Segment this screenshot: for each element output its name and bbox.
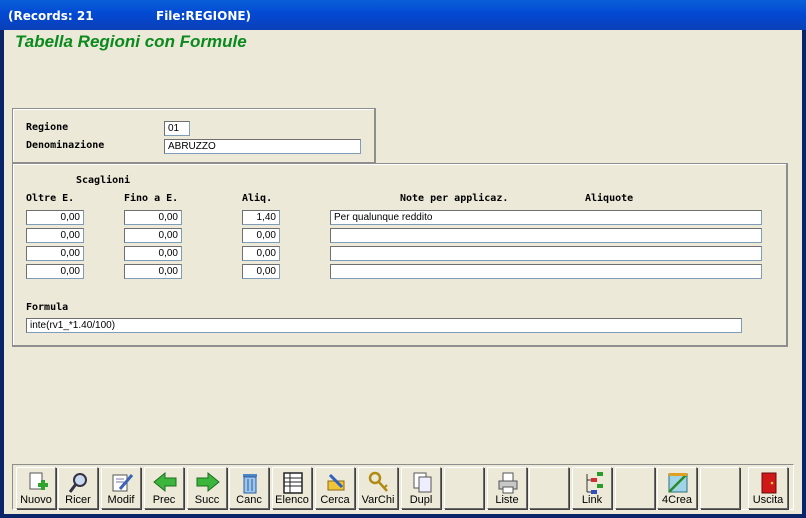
regione-group: Regione 01 Denominazione ABRUZZO <box>12 108 376 164</box>
succ-button[interactable]: Succ <box>187 467 227 509</box>
toolbar-button-label: Ricer <box>65 494 91 506</box>
uscita-button[interactable]: Uscita <box>748 467 788 509</box>
keys-icon <box>368 471 388 492</box>
note-field[interactable] <box>330 264 762 279</box>
varchi-button[interactable]: VarChi <box>358 467 398 509</box>
link-button[interactable]: Link <box>572 467 612 509</box>
new-record-icon <box>29 472 48 490</box>
create-icon <box>668 473 688 493</box>
blank-button[interactable] <box>700 467 740 509</box>
form-area: Tabella Regioni con Formule Regione 01 D… <box>4 30 802 514</box>
page-title: Tabella Regioni con Formule <box>15 32 247 51</box>
note-field[interactable] <box>330 246 762 261</box>
dupl-button[interactable]: Dupl <box>401 467 441 509</box>
duplicate-icon <box>413 472 432 493</box>
denominazione-field[interactable]: ABRUZZO <box>164 139 361 154</box>
formula-label: Formula <box>26 302 69 313</box>
file-name: File:REGIONE) <box>156 9 252 23</box>
records-count: (Records: 21 <box>8 9 94 23</box>
toolbar-button-label: VarChi <box>361 494 395 506</box>
note-field[interactable]: Per qualunque reddito <box>330 210 762 225</box>
regione-label: Regione <box>26 122 69 133</box>
toolbar-button-label: Uscita <box>752 494 784 506</box>
aliq-field[interactable]: 0,00 <box>242 246 280 261</box>
toolbar-button-label: 4Crea <box>662 494 692 506</box>
scaglioni-group: Scaglioni Oltre E. Fino a E. Aliq. Note … <box>12 163 788 347</box>
find-icon <box>327 473 345 491</box>
toolbar-button-label: Elenco <box>275 494 309 506</box>
modif-button[interactable]: Modif <box>101 467 141 509</box>
title-bar[interactable]: (Records: 21 File:REGIONE) <box>0 0 806 30</box>
fino-field[interactable]: 0,00 <box>124 264 182 279</box>
printer-icon <box>498 472 518 494</box>
denominazione-label: Denominazione <box>26 140 105 151</box>
toolbar-button-label: Nuovo <box>20 494 52 506</box>
oltre-field[interactable]: 0,00 <box>26 264 84 279</box>
prec-button[interactable]: Prec <box>144 467 184 509</box>
arrow-left-icon <box>153 471 177 493</box>
nuovo-button[interactable]: Nuovo <box>16 467 56 509</box>
aliq-field[interactable]: 0,00 <box>242 264 280 279</box>
arrow-right-icon <box>196 471 220 493</box>
ricer-button[interactable]: Ricer <box>58 467 98 509</box>
formula-field[interactable]: inte(rv1_*1.40/100) <box>26 318 742 333</box>
oltre-field[interactable]: 0,00 <box>26 210 84 225</box>
aliq-field[interactable]: 0,00 <box>242 228 280 243</box>
exit-door-icon <box>761 472 777 494</box>
link-tree-icon <box>586 472 603 494</box>
note-field[interactable] <box>330 228 762 243</box>
col-aliq-header: Aliq. <box>242 193 273 204</box>
app-window: (Records: 21 File:REGIONE) Tabella Regio… <box>0 0 806 518</box>
oltre-field[interactable]: 0,00 <box>26 246 84 261</box>
canc-button[interactable]: Canc <box>229 467 269 509</box>
col-note-header: Note per applicaz. <box>400 193 509 204</box>
list-icon <box>283 472 303 494</box>
toolbar-button-label: Link <box>581 494 603 506</box>
toolbar-button-label: Prec <box>152 494 176 506</box>
search-icon <box>68 473 87 493</box>
toolbar-button-label: Succ <box>194 494 220 506</box>
elenco-button[interactable]: Elenco <box>272 467 312 509</box>
fino-field[interactable]: 0,00 <box>124 228 182 243</box>
oltre-field[interactable]: 0,00 <box>26 228 84 243</box>
blank-button[interactable] <box>444 467 484 509</box>
toolbar-button-label: Dupl <box>409 494 433 506</box>
col-oltre-header: Oltre E. <box>26 193 75 204</box>
col-fino-header: Fino a E. <box>124 193 179 204</box>
toolbar-button-label: Canc <box>236 494 262 506</box>
col-aliquote-header: Aliquote <box>585 193 634 204</box>
toolbar-button-label: Cerca <box>320 494 350 506</box>
liste-button[interactable]: Liste <box>487 467 527 509</box>
trash-icon <box>243 474 257 494</box>
blank-button[interactable] <box>615 467 655 509</box>
fino-field[interactable]: 0,00 <box>124 210 182 225</box>
edit-icon <box>112 474 134 492</box>
toolbar-button-label: Liste <box>495 494 519 506</box>
action-toolbar: Nuovo Ricer Modif Prec Succ Canc Elenco … <box>12 464 794 510</box>
regione-field[interactable]: 01 <box>164 121 190 136</box>
blank-button[interactable] <box>529 467 569 509</box>
4crea-button[interactable]: 4Crea <box>657 467 697 509</box>
toolbar-button-label: Modif <box>107 494 135 506</box>
aliq-field[interactable]: 1,40 <box>242 210 280 225</box>
cerca-button[interactable]: Cerca <box>315 467 355 509</box>
scaglioni-header: Scaglioni <box>76 175 131 186</box>
fino-field[interactable]: 0,00 <box>124 246 182 261</box>
